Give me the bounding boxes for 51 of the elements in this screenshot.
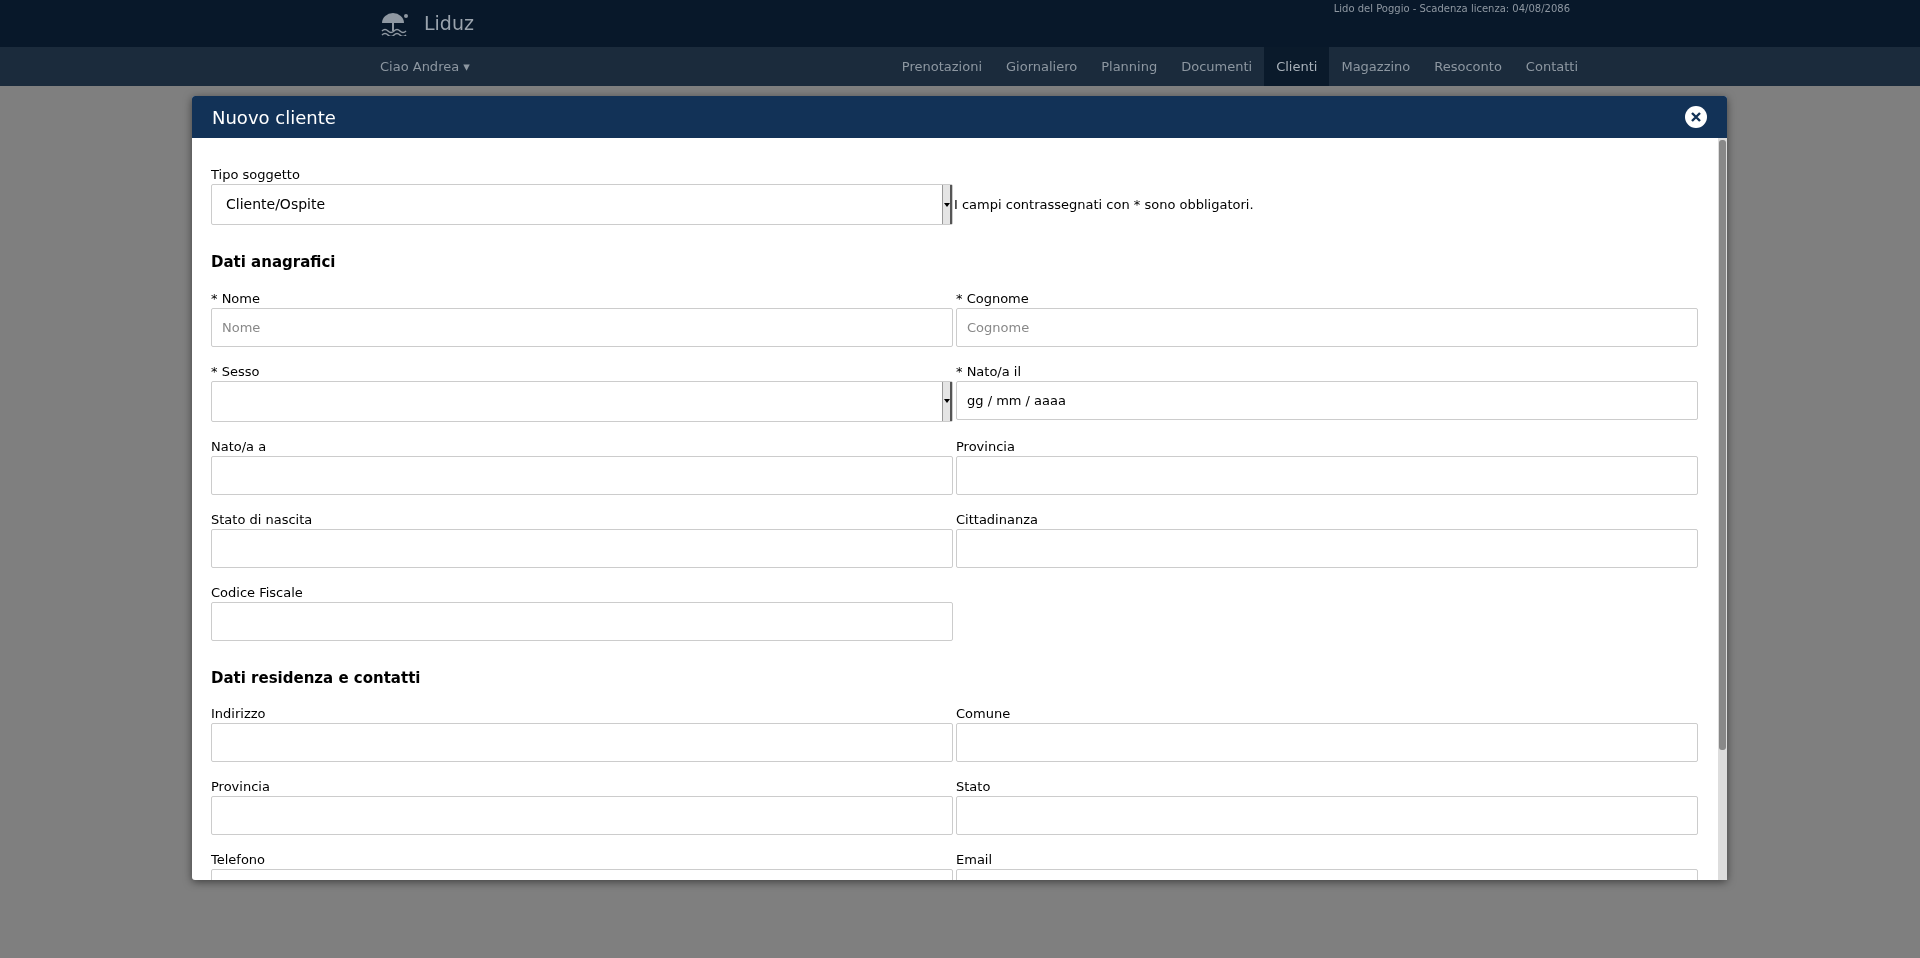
nav-link[interactable]: Documenti (1169, 47, 1265, 86)
field-label: Nato/a a (211, 437, 268, 455)
nav-link[interactable]: Contatti (1513, 47, 1590, 86)
input-field[interactable] (211, 455, 953, 495)
input-field[interactable] (956, 528, 1698, 568)
field-label: Provincia (956, 437, 1016, 455)
license-info: Lido del Poggio - Scadenza licenza: 04/08/2086 (1333, 2, 1570, 16)
input-field[interactable]: Nome (211, 307, 953, 347)
nav-link[interactable]: Resoconto (1422, 47, 1514, 86)
input-field[interactable] (211, 528, 953, 568)
field-label: Indirizzo (211, 705, 267, 722)
field-label: Email (956, 851, 994, 868)
close-icon (1690, 111, 1702, 123)
field-label: Cittadinanza (956, 510, 1039, 528)
user-menu[interactable]: Ciao Andrea ▾ (380, 56, 470, 77)
field-label: Comune (956, 705, 1012, 722)
field-label: * Cognome (956, 289, 1030, 307)
umbrella-icon (380, 11, 408, 36)
input-field[interactable]: gg / mm / aaaa (956, 380, 1698, 420)
required-note: I campi contrassegnati con * sono obbligatori. (954, 195, 1254, 214)
caret-icon (943, 399, 950, 403)
brand-name: Liduz (424, 11, 474, 37)
field-label: Stato di nascita (211, 510, 314, 528)
select-field[interactable]: Cliente/Ospite (211, 184, 953, 225)
input-field[interactable] (956, 455, 1698, 495)
nav-link[interactable]: Planning (1089, 47, 1170, 86)
input-field[interactable] (211, 723, 953, 762)
input-field[interactable] (956, 723, 1698, 762)
nav-link[interactable]: Clienti (1264, 47, 1330, 86)
field-label: * Nato/a il (956, 362, 1023, 380)
field-label: Stato (956, 778, 992, 795)
nav-link[interactable]: Prenotazioni (889, 47, 994, 86)
input-field[interactable] (211, 796, 953, 835)
field-label: Provincia (211, 778, 271, 795)
field-label: * Sesso (211, 362, 261, 380)
section-heading: Dati residenza e contatti (211, 667, 422, 689)
scrollbar[interactable] (1718, 138, 1727, 880)
nav-link[interactable]: Giornaliero (994, 47, 1090, 86)
select-field[interactable] (211, 380, 953, 422)
input-field[interactable]: Cognome (956, 307, 1698, 347)
input-field[interactable] (211, 601, 953, 641)
input-field[interactable] (956, 796, 1698, 835)
dialog-title: Nuovo cliente (212, 105, 336, 130)
field-label: * Nome (211, 289, 261, 307)
caret-icon (943, 202, 950, 207)
section-heading: Dati anagrafici (211, 252, 337, 273)
nav-link[interactable]: Magazzino (1329, 47, 1423, 86)
close-button[interactable] (1685, 106, 1707, 128)
field-label: Tipo soggetto (211, 166, 301, 183)
field-label: Codice Fiscale (211, 583, 304, 601)
field-label: Telefono (211, 851, 267, 868)
